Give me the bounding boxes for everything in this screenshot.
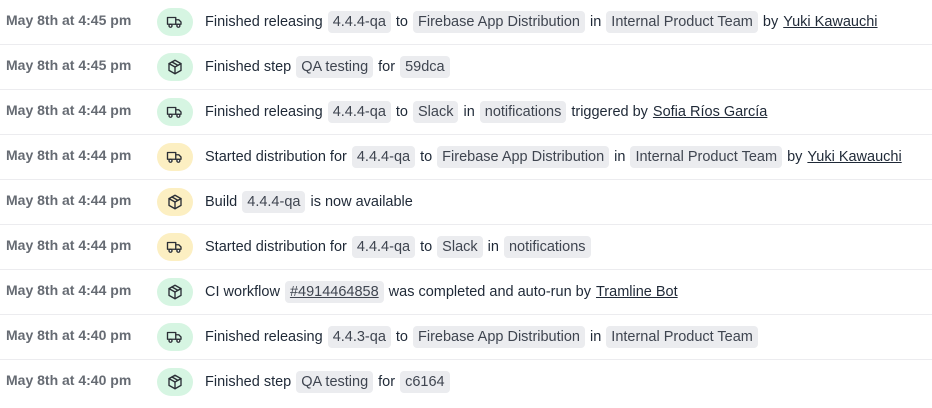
- event-text: Finished step: [205, 374, 292, 390]
- event-tag: c6164: [400, 371, 450, 393]
- event-text: to: [420, 149, 433, 165]
- event-timestamp: May 8th at 4:40 pm: [6, 327, 132, 343]
- event-feed: May 8th at 4:45 pm Finished releasing 4.4.…: [0, 0, 932, 405]
- event-text: for: [378, 374, 396, 390]
- event-tag: Firebase App Distribution: [413, 326, 585, 348]
- event-row: May 8th at 4:44 pm CI workflow #4914464858…: [0, 270, 932, 315]
- cube-icon: [157, 53, 193, 81]
- user-link[interactable]: Yuki Kawauchi: [807, 149, 901, 165]
- event-tag: Slack: [413, 101, 459, 123]
- truck-icon: [157, 98, 193, 126]
- event-text: in: [590, 329, 602, 345]
- event-tag: 4.4.4-qa: [351, 146, 416, 168]
- event-text: in: [590, 14, 602, 30]
- event-text: Finished releasing: [205, 104, 323, 120]
- event-message: Build 4.4.4-qa is now available: [205, 191, 413, 213]
- event-row: May 8th at 4:44 pm Build 4.4.4-qa is now av…: [0, 180, 932, 225]
- event-tag: Internal Product Team: [606, 11, 758, 33]
- event-tag: notifications: [479, 101, 567, 123]
- event-text: to: [420, 239, 433, 255]
- event-text: in: [614, 149, 626, 165]
- cube-icon: [157, 188, 193, 216]
- event-message: Started distribution for 4.4.4-qa to Fireba…: [205, 146, 902, 168]
- cube-icon: [157, 278, 193, 306]
- event-text: to: [395, 104, 408, 120]
- event-row: May 8th at 4:44 pm Finished releasing 4.4.…: [0, 90, 932, 135]
- event-text: for: [378, 59, 396, 75]
- event-row: May 8th at 4:40 pm Finished releasing 4.4.…: [0, 315, 932, 360]
- event-row: May 8th at 4:44 pm Started distribution f…: [0, 225, 932, 270]
- event-text: by: [762, 14, 779, 30]
- truck-icon: [157, 8, 193, 36]
- user-link[interactable]: Yuki Kawauchi: [783, 14, 877, 30]
- event-text: Started distribution for: [205, 239, 347, 255]
- event-tag: Slack: [437, 236, 483, 258]
- event-timestamp: May 8th at 4:44 pm: [6, 102, 132, 118]
- event-text: Finished releasing: [205, 329, 323, 345]
- event-message: Started distribution for 4.4.4-qa to Slack i…: [205, 236, 596, 258]
- event-tag: notifications: [503, 236, 591, 258]
- event-message: Finished releasing 4.4.4-qa to Slack in notif…: [205, 101, 767, 123]
- event-row: May 8th at 4:45 pm Finished step QA testin…: [0, 45, 932, 90]
- event-timestamp: May 8th at 4:44 pm: [6, 147, 132, 163]
- event-timestamp: May 8th at 4:45 pm: [6, 57, 132, 73]
- event-message: Finished step QA testing for 59dca: [205, 56, 455, 78]
- event-text: was completed and auto-run by: [388, 284, 591, 300]
- event-text: Finished step: [205, 59, 292, 75]
- truck-icon: [157, 143, 193, 171]
- event-tag: 4.4.3-qa: [327, 326, 391, 348]
- event-tag: Firebase App Distribution: [437, 146, 610, 168]
- event-timestamp: May 8th at 4:44 pm: [6, 282, 132, 298]
- event-tag: 59dca: [400, 56, 450, 78]
- event-tag: 4.4.4-qa: [242, 191, 306, 213]
- event-text: triggered by: [571, 104, 648, 120]
- cube-icon: [157, 368, 193, 396]
- event-text: by: [787, 149, 803, 165]
- user-link[interactable]: Sofia Ríos García: [653, 104, 767, 120]
- event-row: May 8th at 4:45 pm Finished releasing 4.4.…: [0, 0, 932, 45]
- event-row: May 8th at 4:40 pm Finished step QA testin…: [0, 360, 932, 405]
- event-text: is now available: [310, 194, 413, 210]
- user-link[interactable]: Tramline Bot: [596, 284, 678, 300]
- event-row: May 8th at 4:44 pm Started distribution f…: [0, 135, 932, 180]
- event-tag: QA testing: [296, 56, 374, 78]
- event-text: Finished releasing: [205, 14, 323, 30]
- event-text: in: [463, 104, 475, 120]
- event-timestamp: May 8th at 4:45 pm: [6, 12, 132, 28]
- event-tag: QA testing: [296, 371, 374, 393]
- event-tag: 4.4.4-qa: [351, 236, 416, 258]
- event-tag: Firebase App Distribution: [413, 11, 585, 33]
- event-tag: 4.4.4-qa: [327, 11, 391, 33]
- truck-icon: [157, 323, 193, 351]
- workflow-link[interactable]: #4914464858: [284, 281, 384, 303]
- event-text: to: [395, 329, 408, 345]
- event-text: Build: [205, 194, 238, 210]
- truck-icon: [157, 233, 193, 261]
- event-timestamp: May 8th at 4:44 pm: [6, 237, 132, 253]
- event-tag: Internal Product Team: [630, 146, 783, 168]
- event-text: CI workflow: [205, 284, 280, 300]
- event-tag: Internal Product Team: [606, 326, 758, 348]
- event-text: in: [487, 239, 499, 255]
- event-message: Finished step QA testing for c6164: [205, 371, 455, 393]
- event-timestamp: May 8th at 4:44 pm: [6, 192, 132, 208]
- event-message: CI workflow #4914464858 was completed and …: [205, 281, 678, 303]
- event-message: Finished releasing 4.4.3-qa to Firebase App…: [205, 326, 763, 348]
- event-message: Finished releasing 4.4.4-qa to Firebase App…: [205, 11, 878, 33]
- event-text: to: [395, 14, 408, 30]
- event-text: Started distribution for: [205, 149, 347, 165]
- event-tag: 4.4.4-qa: [327, 101, 391, 123]
- event-timestamp: May 8th at 4:40 pm: [6, 372, 132, 388]
